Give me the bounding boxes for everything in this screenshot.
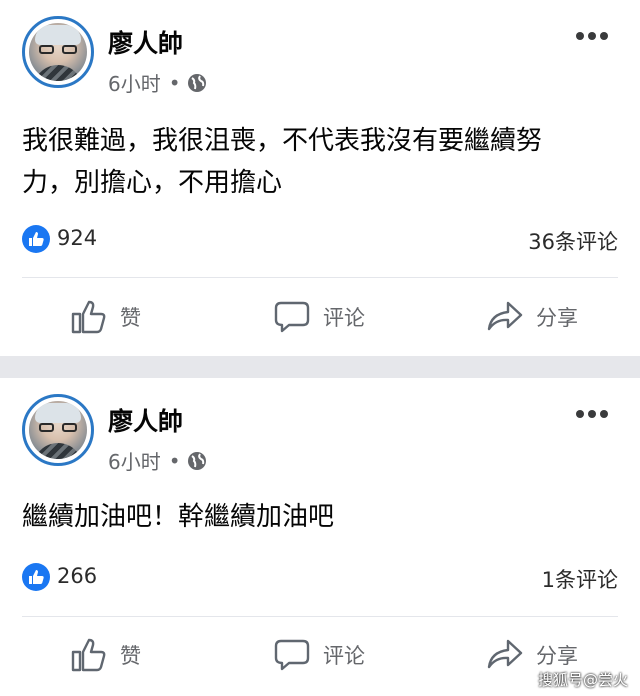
post-content-line: 我很難過，我很沮喪，不代表我沒有要繼續努	[22, 126, 543, 156]
like-label: 赞	[120, 644, 141, 668]
share-button[interactable]: 分享	[486, 298, 578, 336]
more-options-icon[interactable]	[576, 410, 608, 420]
comment-count[interactable]: 1条评论	[542, 564, 618, 594]
like-button[interactable]: 赞	[70, 636, 141, 674]
post-content: 我很難過，我很沮喪，不代表我沒有要繼續努 力，別擔心，不用擔心	[22, 120, 618, 204]
like-button[interactable]: 赞	[70, 298, 141, 336]
share-label: 分享	[536, 644, 578, 668]
like-label: 赞	[120, 306, 141, 330]
author-name[interactable]: 廖人帥	[108, 402, 183, 438]
more-options-icon[interactable]	[576, 32, 608, 42]
thumbs-up-icon	[71, 300, 106, 334]
comment-button[interactable]: 评论	[273, 298, 365, 336]
post-card-2: 廖人帥 6小时 • 繼續加油吧！幹繼續加油吧 266 1条评论 赞 评论 分享	[0, 378, 640, 696]
post-time[interactable]: 6小时	[108, 446, 161, 475]
thumbs-up-icon	[71, 638, 106, 672]
comment-label: 评论	[323, 306, 365, 330]
share-arrow-icon	[487, 301, 523, 331]
feed-separator	[0, 356, 640, 378]
post-content-line: 繼續加油吧！幹繼續加油吧	[22, 502, 335, 532]
like-count[interactable]: 266	[57, 564, 97, 588]
share-arrow-icon	[487, 639, 523, 669]
post-content-line: 力，別擔心，不用擔心	[22, 168, 283, 198]
post-meta: 6小时 •	[108, 68, 207, 97]
comment-bubble-icon	[274, 301, 310, 333]
post-card-1: 廖人帥 6小时 • 我很難過，我很沮喪，不代表我沒有要繼續努 力，別擔心，不用擔…	[0, 0, 640, 356]
like-reaction-icon[interactable]	[22, 225, 50, 253]
meta-dot: •	[168, 448, 181, 473]
meta-dot: •	[168, 70, 181, 95]
like-reaction-icon[interactable]	[22, 563, 50, 591]
author-name[interactable]: 廖人帥	[108, 24, 183, 60]
post-meta: 6小时 •	[108, 446, 207, 475]
divider	[22, 616, 618, 617]
divider	[22, 277, 618, 278]
author-avatar[interactable]	[22, 16, 94, 88]
comment-bubble-icon	[274, 639, 310, 671]
author-avatar[interactable]	[22, 394, 94, 466]
post-time[interactable]: 6小时	[108, 68, 161, 97]
share-label: 分享	[536, 306, 578, 330]
comment-label: 评论	[323, 644, 365, 668]
comment-count[interactable]: 36条评论	[528, 226, 618, 256]
globe-icon	[187, 451, 206, 470]
like-count[interactable]: 924	[57, 226, 97, 250]
post-content: 繼續加油吧！幹繼續加油吧	[22, 496, 618, 538]
watermark: 搜狐号@尝火	[537, 671, 628, 689]
comment-button[interactable]: 评论	[273, 636, 365, 674]
globe-icon	[187, 73, 206, 92]
